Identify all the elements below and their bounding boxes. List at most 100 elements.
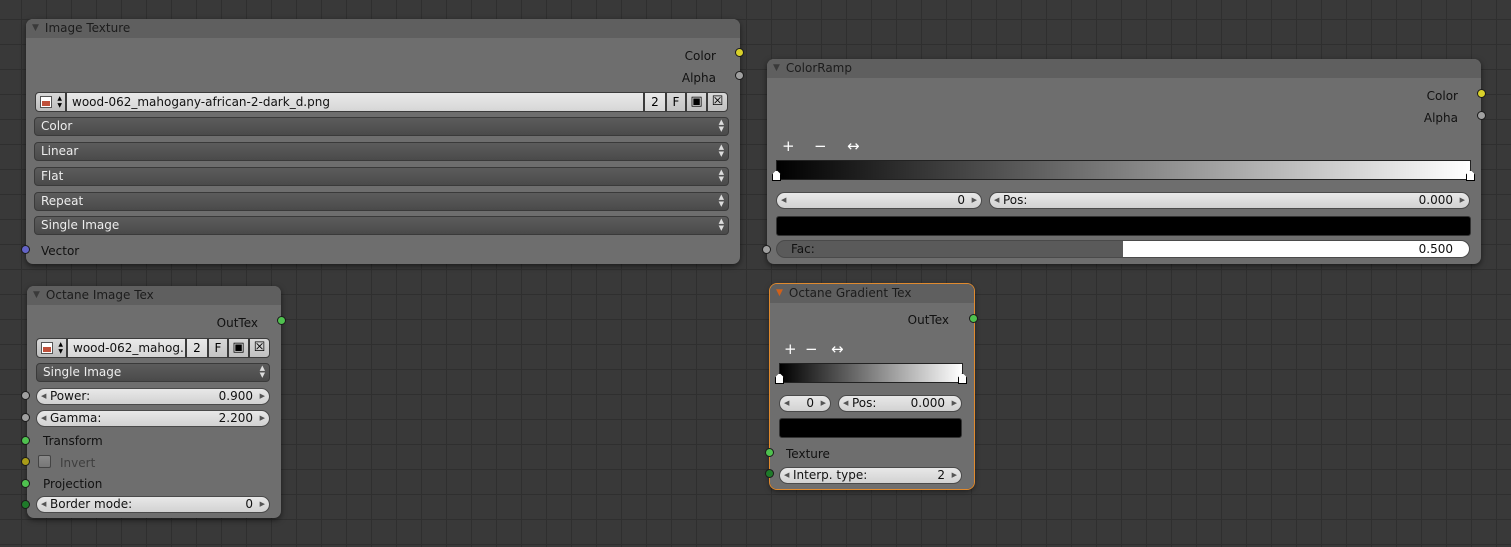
- open-image-button[interactable]: ▣: [686, 92, 707, 112]
- input-projection-socket[interactable]: [21, 479, 30, 488]
- image-browse-button[interactable]: ▲ ▼: [35, 92, 66, 112]
- chevron-right-icon: ▶: [259, 392, 265, 400]
- output-color-socket[interactable]: [735, 48, 744, 57]
- unlink-image-button[interactable]: ☒: [707, 92, 728, 112]
- output-outtex-socket[interactable]: [277, 316, 286, 325]
- chevron-right-icon: ▶: [951, 471, 957, 479]
- chevron-right-icon: ▶: [951, 399, 957, 407]
- image-users-count[interactable]: 2: [644, 92, 666, 112]
- input-vector-label: Vector: [41, 244, 80, 258]
- updown-arrows-icon: ▲ ▼: [58, 341, 63, 355]
- output-outtex-label: OutTex: [216, 316, 258, 330]
- active-stop-index-field[interactable]: ◀ 0 ▶: [776, 192, 982, 209]
- collapse-triangle-icon[interactable]: ▼: [32, 19, 39, 38]
- node-header[interactable]: ▼ Octane Gradient Tex: [770, 284, 974, 303]
- stop-color-swatch[interactable]: [776, 216, 1471, 236]
- color-ramp-bar[interactable]: [772, 160, 1475, 181]
- input-gamma-socket[interactable]: [21, 413, 30, 422]
- remove-stop-button[interactable]: −: [814, 139, 827, 154]
- fake-user-button[interactable]: F: [208, 338, 228, 358]
- image-name-field[interactable]: wood-062_mahog...: [67, 338, 186, 358]
- border-mode-field[interactable]: ◀ Border mode: 0 ▶: [36, 496, 270, 513]
- gamma-field[interactable]: ◀ Gamma: 2.200 ▶: [36, 410, 270, 427]
- ramp-stop-white[interactable]: [1466, 170, 1475, 181]
- ramp-stop-black[interactable]: [772, 170, 781, 181]
- octane-image-tex-node[interactable]: ▼ Octane Image Tex OutTex ▲ ▼ wood-062_mah…: [27, 286, 281, 518]
- node-title: Image Texture: [44, 21, 131, 35]
- output-alpha-socket[interactable]: [735, 71, 744, 80]
- remove-stop-button[interactable]: −: [805, 342, 818, 357]
- image-name-field[interactable]: wood-062_mahogany-african-2-dark_d.png: [66, 92, 644, 112]
- input-texture-socket[interactable]: [765, 448, 774, 457]
- image-icon: [41, 342, 53, 354]
- invert-label: Invert: [60, 456, 96, 470]
- interpolation-dropdown[interactable]: Linear ▲ ▼: [34, 142, 729, 161]
- transform-label: Transform: [43, 434, 103, 448]
- flip-ramp-button[interactable]: ↔: [847, 139, 860, 154]
- input-interp-type-socket[interactable]: [765, 469, 774, 478]
- node-header[interactable]: ▼ Octane Image Tex: [27, 286, 281, 305]
- chevron-right-icon: ▶: [971, 196, 977, 204]
- stop-position-field[interactable]: ◀ Pos: 0.000 ▶: [989, 192, 1470, 209]
- image-texture-node[interactable]: ▼ Image Texture Color Alpha ▲ ▼ wood-062_m…: [26, 19, 740, 264]
- stop-color-swatch[interactable]: [779, 418, 962, 438]
- extension-dropdown[interactable]: Repeat ▲ ▼: [34, 192, 729, 211]
- interp-type-field[interactable]: ◀ Interp. type: 2 ▶: [779, 467, 962, 484]
- active-stop-index-field[interactable]: ◀ 0 ▶: [779, 395, 831, 412]
- node-header[interactable]: ▼ Image Texture: [26, 19, 740, 38]
- input-vector-socket[interactable]: [21, 245, 30, 254]
- flip-ramp-button[interactable]: ↔: [831, 342, 844, 357]
- fac-slider[interactable]: Fac: 0.500: [776, 240, 1470, 258]
- add-stop-button[interactable]: +: [782, 139, 795, 154]
- node-header[interactable]: ▼ ColorRamp: [767, 59, 1481, 78]
- source-dropdown[interactable]: Single Image ▲ ▼: [34, 216, 729, 235]
- node-title: ColorRamp: [785, 61, 852, 75]
- unlink-image-button[interactable]: ☒: [249, 338, 270, 358]
- collapse-triangle-icon[interactable]: ▼: [773, 59, 780, 78]
- chevron-right-icon: ▶: [1459, 196, 1465, 204]
- updown-arrows-icon: ▲ ▼: [718, 168, 724, 183]
- input-power-socket[interactable]: [21, 391, 30, 400]
- power-field[interactable]: ◀ Power: 0.900 ▶: [36, 388, 270, 405]
- input-invert-socket[interactable]: [21, 457, 30, 466]
- projection-dropdown[interactable]: Flat ▲ ▼: [34, 167, 729, 186]
- close-icon: ☒: [253, 340, 266, 355]
- ramp-stop-white[interactable]: [958, 373, 967, 384]
- updown-arrows-icon: ▲ ▼: [718, 193, 724, 208]
- color-space-dropdown[interactable]: Color ▲ ▼: [34, 117, 729, 136]
- octane-gradient-tex-node[interactable]: ▼ Octane Gradient Tex OutTex + − ↔ ◀ 0 ▶ …: [769, 283, 975, 490]
- updown-arrows-icon: ▲ ▼: [57, 95, 62, 109]
- source-dropdown[interactable]: Single Image ▲ ▼: [36, 363, 270, 382]
- stop-position-field[interactable]: ◀ Pos: 0.000 ▶: [838, 395, 962, 412]
- input-border-mode-socket[interactable]: [21, 500, 30, 509]
- add-stop-button[interactable]: +: [784, 342, 797, 357]
- folder-icon: ▣: [232, 340, 245, 355]
- image-selector[interactable]: ▲ ▼ wood-062_mahogany-african-2-dark_d.pn…: [35, 92, 729, 112]
- output-outtex-socket[interactable]: [969, 314, 978, 323]
- image-users-count[interactable]: 2: [186, 338, 208, 358]
- invert-checkbox[interactable]: [38, 455, 51, 468]
- close-icon: ☒: [711, 94, 724, 109]
- collapse-triangle-icon[interactable]: ▼: [33, 286, 40, 305]
- output-alpha-label: Alpha: [681, 71, 716, 85]
- collapse-triangle-icon[interactable]: ▼: [776, 284, 783, 303]
- chevron-left-icon: ◀: [781, 196, 787, 204]
- image-icon: [40, 96, 52, 108]
- chevron-right-icon: ▶: [259, 414, 265, 422]
- fake-user-button[interactable]: F: [666, 92, 686, 112]
- fac-value: 0.500: [1418, 242, 1453, 256]
- image-selector[interactable]: ▲ ▼ wood-062_mahog... 2 F ▣ ☒: [36, 338, 270, 358]
- chevron-left-icon: ◀: [784, 471, 790, 479]
- input-transform-socket[interactable]: [21, 436, 30, 445]
- open-image-button[interactable]: ▣: [228, 338, 249, 358]
- updown-arrows-icon: ▲ ▼: [718, 143, 724, 158]
- output-color-socket[interactable]: [1477, 89, 1486, 98]
- image-browse-button[interactable]: ▲ ▼: [36, 338, 67, 358]
- chevron-right-icon: ▶: [820, 399, 826, 407]
- output-alpha-socket[interactable]: [1477, 111, 1486, 120]
- updown-arrows-icon: ▲ ▼: [259, 364, 265, 379]
- ramp-stop-black[interactable]: [775, 373, 784, 384]
- input-fac-socket[interactable]: [762, 245, 771, 254]
- gradient-ramp-bar[interactable]: [775, 363, 967, 384]
- color-ramp-node[interactable]: ▼ ColorRamp Color Alpha + − ↔ ◀ 0 ▶ ◀ Pos…: [767, 59, 1481, 264]
